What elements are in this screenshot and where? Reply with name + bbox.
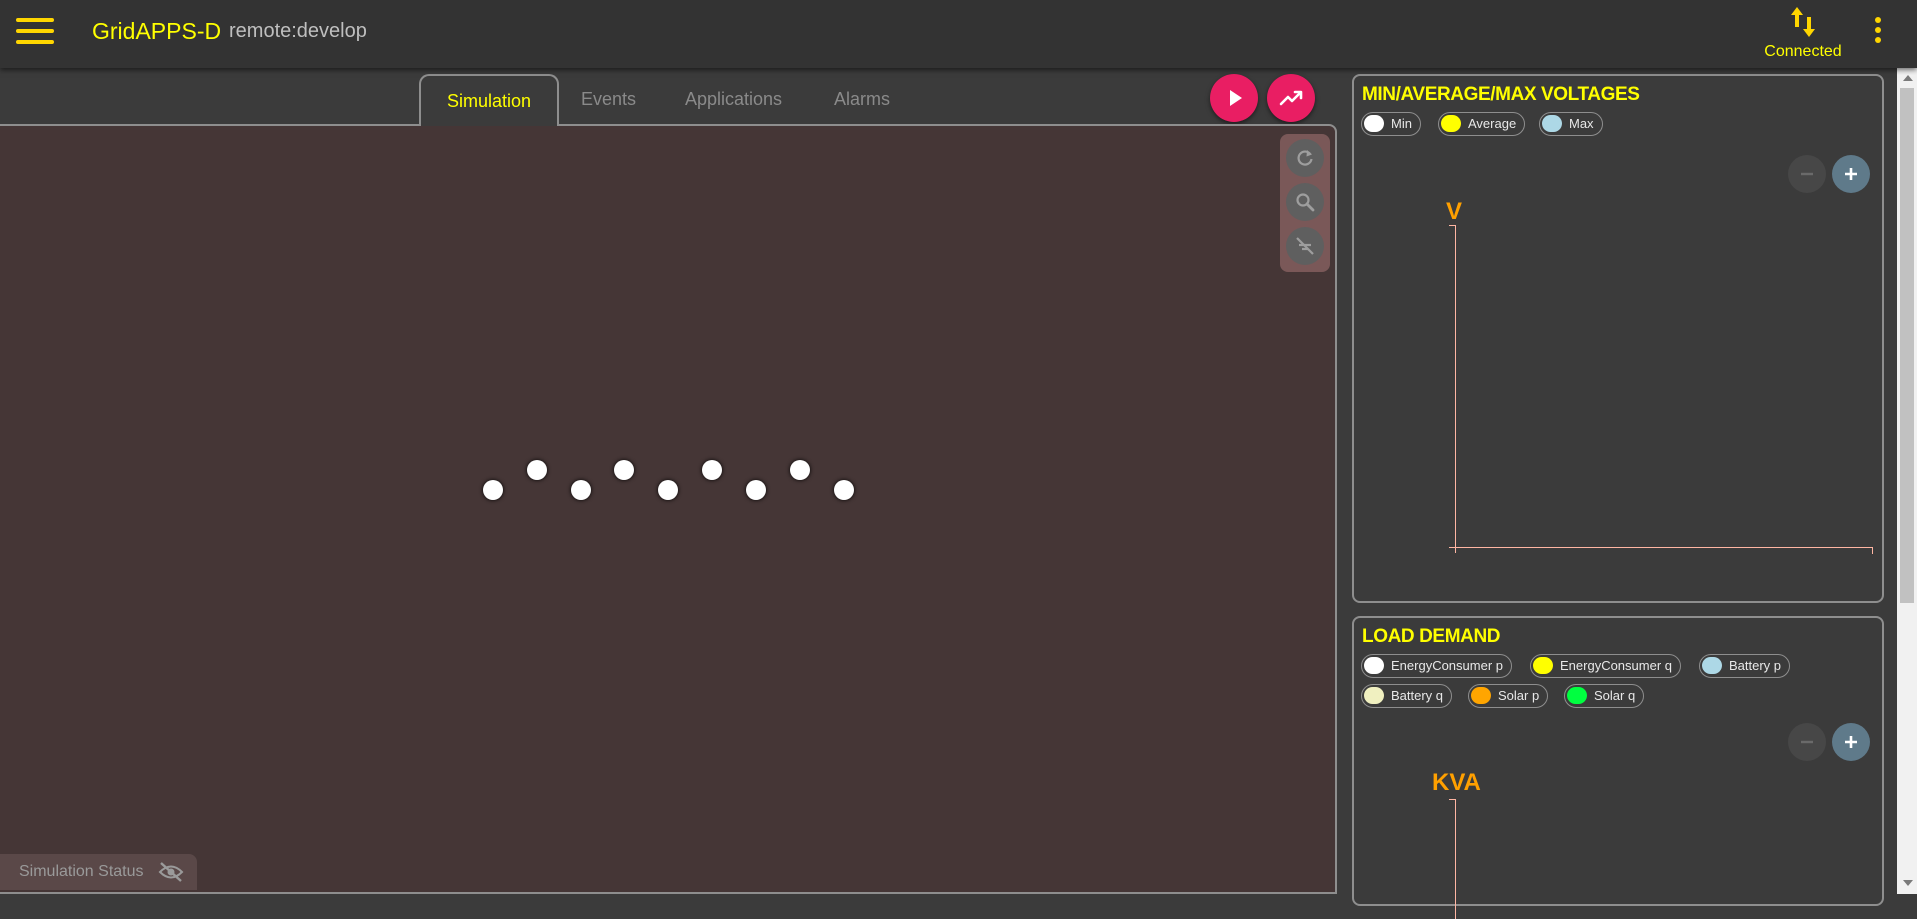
load-demand-y-axis-label: KVA (1432, 769, 1481, 796)
search-icon (1296, 193, 1315, 212)
legend-swatch (1567, 687, 1587, 704)
legend-energyconsumer-q[interactable]: EnergyConsumer q (1530, 654, 1681, 678)
zoom-in-button[interactable] (1832, 155, 1870, 193)
search-node-button[interactable] (1286, 183, 1324, 221)
legend-battery-p[interactable]: Battery p (1699, 654, 1791, 678)
trending-up-icon (1279, 90, 1303, 106)
swap-vert-icon (1791, 7, 1815, 37)
legend-swatch (1364, 657, 1384, 674)
eye-off-icon (158, 862, 184, 882)
load-demand-panel-title: LOAD DEMAND (1362, 626, 1501, 647)
legend-swatch (1364, 115, 1384, 132)
tab-events[interactable]: Events (555, 74, 662, 126)
legend-energyconsumer-p[interactable]: EnergyConsumer p (1361, 654, 1512, 678)
topology-node[interactable] (614, 460, 634, 480)
legend-battery-q[interactable]: Battery q (1361, 684, 1453, 708)
legend-min[interactable]: Min (1361, 112, 1421, 136)
load-demand-y-axis (1455, 799, 1456, 919)
start-simulation-button[interactable] (1210, 74, 1258, 122)
load-demand-panel: LOAD DEMAND EnergyConsumer p EnergyConsu… (1352, 616, 1884, 919)
reset-view-button[interactable] (1286, 139, 1324, 177)
tab-alarms[interactable]: Alarms (808, 74, 916, 126)
voltages-y-axis-label: V (1446, 198, 1463, 225)
legend-label: EnergyConsumer p (1391, 658, 1503, 673)
legend-label: Battery p (1729, 658, 1782, 673)
legend-label: Average (1468, 116, 1517, 131)
tab-applications[interactable]: Applications (659, 74, 808, 126)
minus-icon (1801, 740, 1813, 744)
legend-label: EnergyConsumer q (1560, 658, 1672, 673)
connection-status-button[interactable]: Connected (1755, 5, 1851, 61)
topology-node[interactable] (834, 480, 854, 500)
topology-node[interactable] (527, 460, 547, 480)
load-demand-y-axis-tick (1449, 799, 1456, 800)
toggle-labels-off-icon (1296, 237, 1314, 255)
legend-label: Solar q (1594, 688, 1636, 703)
topology-node[interactable] (746, 480, 766, 500)
canvas-tools (1280, 134, 1330, 272)
show-plots-button[interactable] (1267, 74, 1315, 122)
app-toolbar: GridAPPS-D remote:develop Connected (0, 0, 1917, 68)
scroll-up-arrow[interactable] (1903, 75, 1913, 81)
voltages-x-axis-tick (1872, 547, 1873, 554)
legend-swatch (1533, 657, 1553, 674)
legend-label: Solar p (1498, 688, 1540, 703)
legend-max[interactable]: Max (1539, 112, 1603, 136)
voltages-y-axis-tick (1449, 225, 1456, 226)
app-title: GridAPPS-D (92, 18, 222, 44)
legend-swatch (1471, 687, 1491, 704)
plus-icon (1845, 168, 1857, 180)
topology-canvas[interactable] (0, 124, 1337, 894)
topology-node[interactable] (658, 480, 678, 500)
topology-node[interactable] (571, 480, 591, 500)
play-icon (1230, 90, 1242, 106)
legend-swatch (1702, 657, 1722, 674)
simulation-status-label: Simulation Status (19, 863, 144, 880)
refresh-icon (1297, 150, 1313, 166)
voltages-x-axis (1449, 547, 1873, 548)
topology-node[interactable] (702, 460, 722, 480)
legend-average[interactable]: Average (1438, 112, 1526, 136)
scrollbar-thumb[interactable] (1900, 88, 1914, 603)
menu-icon[interactable] (16, 14, 54, 48)
voltages-y-axis (1455, 225, 1456, 553)
minus-icon (1801, 172, 1813, 176)
topology-node[interactable] (483, 480, 503, 500)
topology-node[interactable] (790, 460, 810, 480)
zoom-in-button[interactable] (1832, 723, 1870, 761)
server-label: remote:develop (229, 20, 367, 42)
legend-swatch (1542, 115, 1562, 132)
more-vert-icon[interactable] (1868, 17, 1888, 49)
legend-solar-p[interactable]: Solar p (1468, 684, 1549, 708)
legend-label: Min (1391, 116, 1412, 131)
zoom-out-button[interactable] (1788, 155, 1826, 193)
scroll-down-arrow[interactable] (1903, 880, 1913, 886)
plus-icon (1845, 736, 1857, 748)
legend-swatch (1441, 115, 1461, 132)
legend-label: Battery q (1391, 688, 1444, 703)
simulation-status-toggle[interactable]: Simulation Status (0, 854, 197, 890)
legend-label: Max (1569, 116, 1594, 131)
legend-swatch (1364, 687, 1384, 704)
tab-simulation[interactable]: Simulation (419, 74, 560, 126)
voltages-panel: MIN/AVERAGE/MAX VOLTAGES Min Average Max… (1352, 74, 1884, 603)
legend-solar-q[interactable]: Solar q (1564, 684, 1645, 708)
voltages-panel-title: MIN/AVERAGE/MAX VOLTAGES (1362, 84, 1640, 105)
toggle-labels-button[interactable] (1286, 227, 1324, 265)
zoom-out-button[interactable] (1788, 723, 1826, 761)
connection-status-label: Connected (1764, 43, 1842, 60)
